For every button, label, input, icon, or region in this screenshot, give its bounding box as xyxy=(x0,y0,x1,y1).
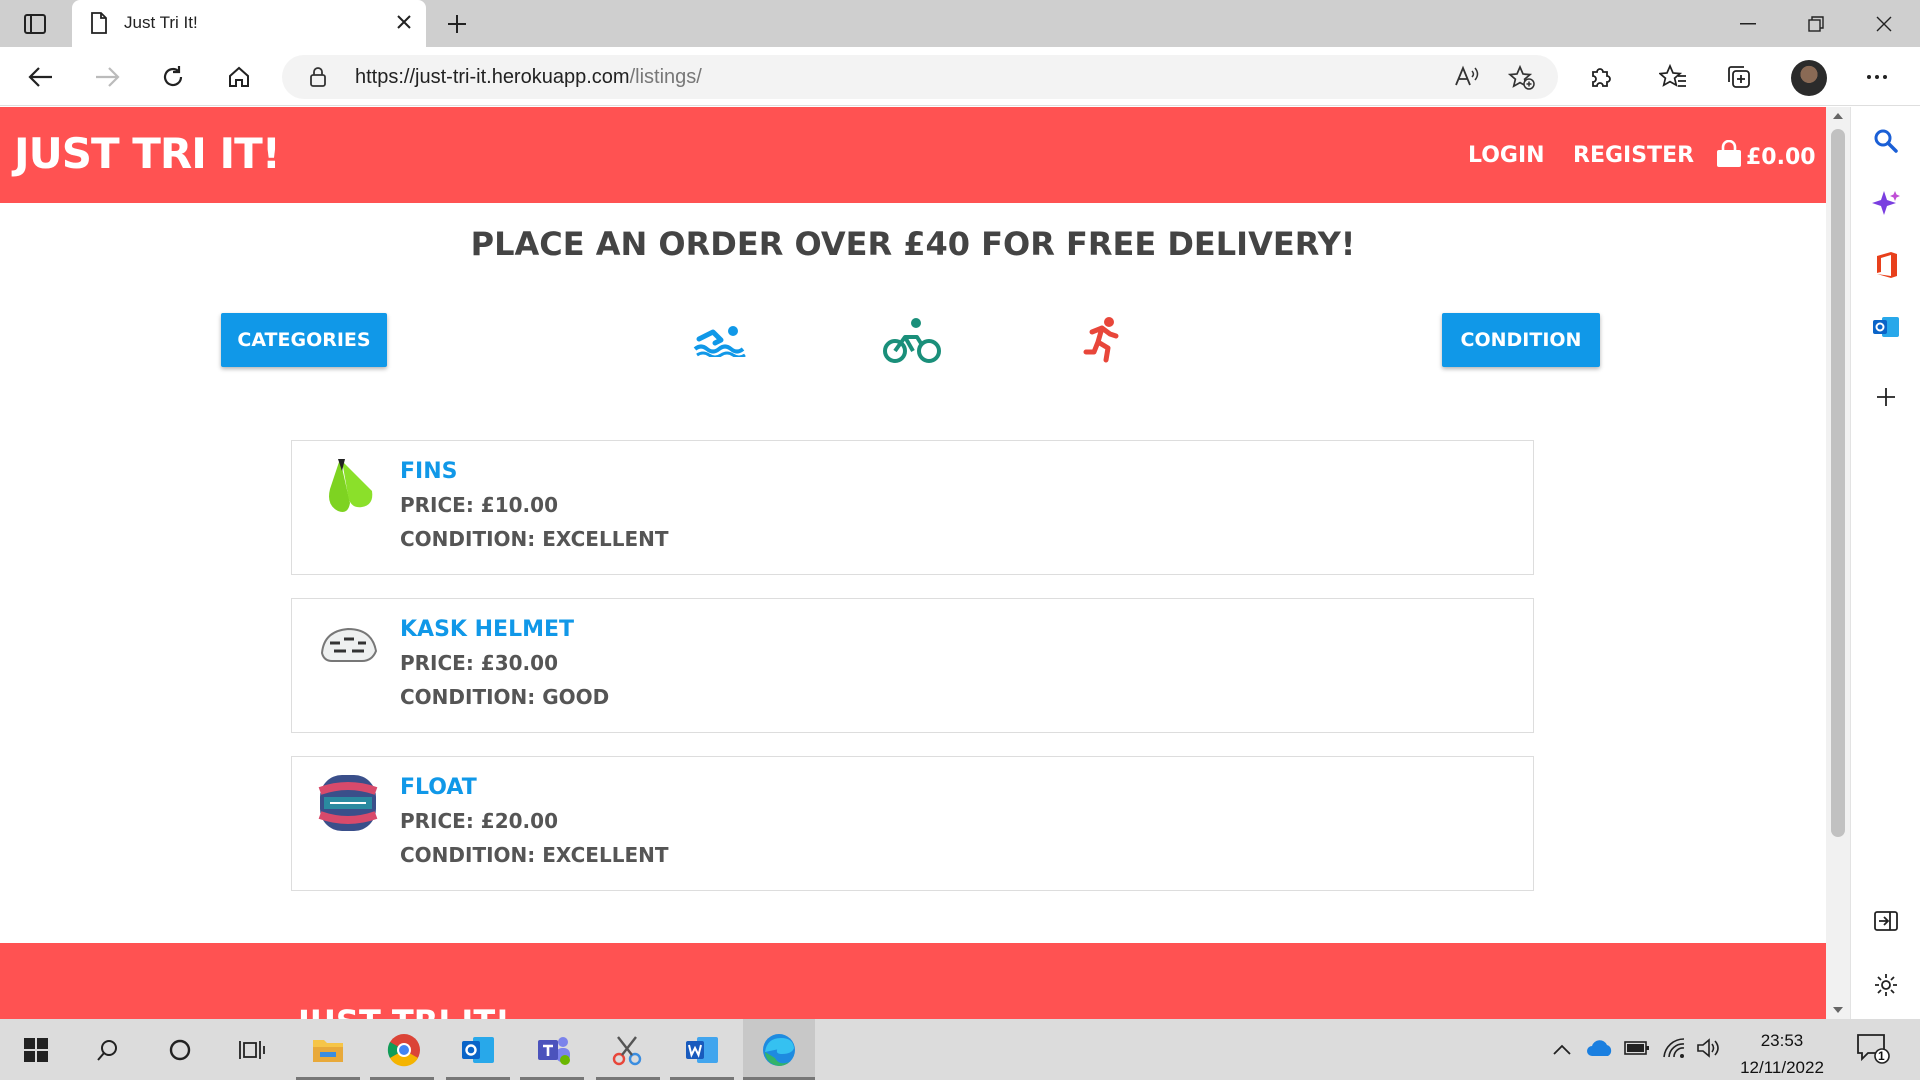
outlook-icon[interactable] xyxy=(1868,309,1904,345)
listing-price: PRICE: £20.00 xyxy=(400,809,558,833)
basket-total: £0.00 xyxy=(1746,144,1816,170)
address-bar[interactable]: https://just-tri-it.herokuapp.com/listin… xyxy=(282,55,1558,99)
chrome-icon[interactable] xyxy=(382,1029,426,1071)
tab-actions-icon[interactable] xyxy=(20,10,50,38)
listing-condition: CONDITION: EXCELLENT xyxy=(400,527,669,551)
task-view-icon[interactable] xyxy=(230,1029,274,1071)
extensions-icon[interactable] xyxy=(1584,60,1618,94)
browser-toolbar: https://just-tri-it.herokuapp.com/listin… xyxy=(0,47,1920,106)
edge-sidebar xyxy=(1850,107,1920,1019)
collections-icon[interactable] xyxy=(1722,60,1756,94)
hide-sidebar-icon[interactable] xyxy=(1868,903,1904,939)
file-explorer-icon[interactable] xyxy=(306,1029,350,1071)
profile-avatar[interactable] xyxy=(1791,60,1827,96)
windows-start-icon[interactable] xyxy=(14,1029,58,1071)
page-viewport: JUST TRI IT! LOGIN REGISTER £0.00 PLACE … xyxy=(0,107,1826,1019)
browser-tab[interactable]: Just Tri It! xyxy=(72,0,426,47)
categories-button[interactable]: CATEGORIES xyxy=(221,313,387,367)
page-icon xyxy=(90,12,108,38)
favorites-icon[interactable] xyxy=(1656,60,1690,94)
scroll-up-icon[interactable] xyxy=(1833,113,1843,119)
fins-image xyxy=(316,455,380,519)
scrollbar-thumb[interactable] xyxy=(1831,129,1845,837)
site-header: JUST TRI IT! LOGIN REGISTER £0.00 xyxy=(0,107,1826,203)
condition-button[interactable]: CONDITION xyxy=(1442,313,1600,367)
teams-icon[interactable] xyxy=(532,1029,576,1071)
volume-icon[interactable] xyxy=(1696,1037,1722,1063)
close-tab-icon[interactable] xyxy=(394,12,414,36)
footer-logo: JUST TRI IT! xyxy=(298,1003,510,1019)
clock-date: 12/11/2022 xyxy=(1740,1058,1824,1077)
battery-icon[interactable] xyxy=(1624,1040,1650,1060)
wifi-icon[interactable] xyxy=(1662,1037,1686,1063)
forward-icon[interactable] xyxy=(90,60,124,94)
register-link[interactable]: REGISTER xyxy=(1573,143,1694,168)
basket-link[interactable]: £0.00 xyxy=(1716,139,1816,174)
new-tab-icon[interactable] xyxy=(442,10,472,38)
outlook-app-icon[interactable] xyxy=(456,1029,500,1071)
show-hidden-icons-icon[interactable] xyxy=(1552,1041,1572,1060)
tab-title: Just Tri It! xyxy=(124,13,198,32)
taskbar-search-icon[interactable] xyxy=(86,1029,130,1071)
shopping-bag-icon xyxy=(1716,139,1742,174)
windows-taskbar: 23:53 12/11/2022 1 xyxy=(0,1019,1920,1080)
page-scrollbar[interactable] xyxy=(1826,107,1850,1019)
word-icon[interactable] xyxy=(680,1029,724,1071)
notification-count: 1 xyxy=(1878,1049,1885,1063)
more-options-icon[interactable] xyxy=(1860,60,1894,94)
listing-card[interactable]: KASK HELMET PRICE: £30.00 CONDITION: GOO… xyxy=(291,598,1534,733)
listing-card[interactable]: FLOAT PRICE: £20.00 CONDITION: EXCELLENT xyxy=(291,756,1534,891)
browser-tab-bar: Just Tri It! xyxy=(0,0,1920,47)
close-window-icon[interactable] xyxy=(1862,10,1906,38)
listing-name[interactable]: FINS xyxy=(400,459,457,484)
listing-condition: CONDITION: GOOD xyxy=(400,685,610,709)
add-favorite-icon[interactable] xyxy=(1507,64,1536,95)
office-icon[interactable] xyxy=(1868,247,1904,283)
copilot-icon[interactable] xyxy=(1868,185,1904,221)
refresh-icon[interactable] xyxy=(156,60,190,94)
helmet-image xyxy=(316,613,380,677)
login-link[interactable]: LOGIN xyxy=(1468,143,1545,168)
listing-card[interactable]: FINS PRICE: £10.00 CONDITION: EXCELLENT xyxy=(291,440,1534,575)
back-icon[interactable] xyxy=(24,60,58,94)
minimize-icon[interactable] xyxy=(1726,10,1770,38)
snipping-tool-icon[interactable] xyxy=(606,1029,650,1071)
swim-icon[interactable] xyxy=(690,313,750,367)
float-image xyxy=(316,771,380,835)
cortana-icon[interactable] xyxy=(158,1029,202,1071)
clock-time: 23:53 xyxy=(1760,1031,1804,1050)
url-text[interactable]: https://just-tri-it.herokuapp.com/listin… xyxy=(355,66,702,89)
home-icon[interactable] xyxy=(222,60,256,94)
settings-gear-icon[interactable] xyxy=(1868,967,1904,1003)
listing-name[interactable]: FLOAT xyxy=(400,775,477,800)
scroll-down-icon[interactable] xyxy=(1833,1007,1843,1013)
run-icon[interactable] xyxy=(1074,313,1134,367)
restore-icon[interactable] xyxy=(1794,10,1838,38)
site-footer: JUST TRI IT! xyxy=(0,943,1826,1019)
lock-icon[interactable] xyxy=(308,66,328,92)
promo-banner: PLACE AN ORDER OVER £40 FOR FREE DELIVER… xyxy=(470,225,1356,263)
listing-price: PRICE: £30.00 xyxy=(400,651,558,675)
search-icon[interactable] xyxy=(1868,123,1904,159)
edge-icon[interactable] xyxy=(757,1029,801,1071)
bike-icon[interactable] xyxy=(882,313,942,367)
listing-name[interactable]: KASK HELMET xyxy=(400,617,574,642)
read-aloud-icon[interactable] xyxy=(1454,65,1480,93)
add-sidebar-app-icon[interactable] xyxy=(1868,379,1904,415)
system-clock[interactable]: 23:53 12/11/2022 xyxy=(1724,1027,1840,1080)
site-logo[interactable]: JUST TRI IT! xyxy=(14,129,281,178)
listing-condition: CONDITION: EXCELLENT xyxy=(400,843,669,867)
url-main: https://just-tri-it.herokuapp.com xyxy=(355,66,630,88)
url-path: /listings/ xyxy=(629,66,702,88)
listing-price: PRICE: £10.00 xyxy=(400,493,558,517)
onedrive-icon[interactable] xyxy=(1586,1039,1614,1061)
